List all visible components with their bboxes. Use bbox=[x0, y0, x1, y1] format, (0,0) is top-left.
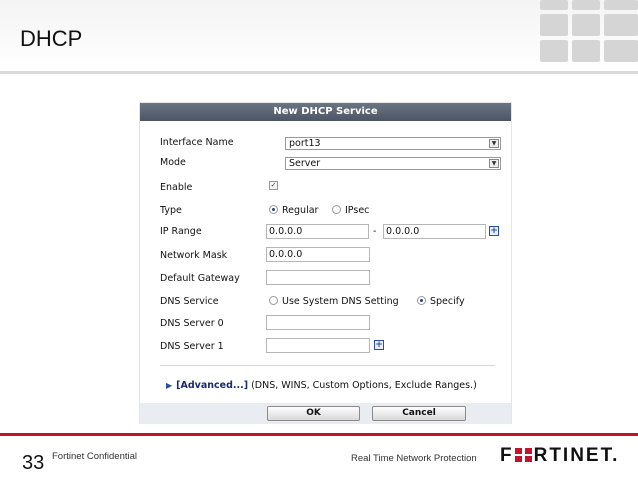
dns-specify-radio[interactable] bbox=[417, 296, 426, 305]
interface-name-value: port13 bbox=[289, 138, 321, 149]
dns-server-1-input[interactable] bbox=[266, 338, 370, 353]
fortinet-logo: F RTINET. bbox=[500, 445, 619, 467]
slide-header: DHCP bbox=[0, 0, 638, 74]
enable-checkbox[interactable]: ✓ bbox=[269, 181, 278, 190]
ok-button[interactable]: OK bbox=[267, 406, 360, 421]
network-mask-label: Network Mask bbox=[160, 250, 228, 261]
default-gateway-input[interactable] bbox=[266, 270, 370, 285]
cancel-button[interactable]: Cancel bbox=[372, 406, 466, 421]
interface-name-label: Interface Name bbox=[160, 137, 234, 148]
brand-letter-f: F bbox=[500, 445, 514, 466]
tagline: Real Time Network Protection bbox=[351, 453, 477, 464]
mode-label: Mode bbox=[160, 157, 186, 168]
dns-specify-label: Specify bbox=[430, 296, 465, 307]
ip-range-start-input[interactable]: 0.0.0.0 bbox=[266, 224, 369, 239]
add-ip-range-plus-icon[interactable]: + bbox=[489, 226, 499, 236]
type-ipsec-radio[interactable] bbox=[332, 205, 341, 214]
dialog-title: New DHCP Service bbox=[140, 103, 511, 121]
fortinet-logo-icon bbox=[514, 448, 533, 462]
dns-server-1-label: DNS Server 1 bbox=[160, 341, 224, 352]
brand-letters-rtinet: RTINET. bbox=[533, 445, 620, 466]
advanced-link[interactable]: [Advanced...] bbox=[176, 380, 248, 391]
dns-server-0-label: DNS Server 0 bbox=[160, 318, 224, 329]
ip-range-label: IP Range bbox=[160, 226, 202, 237]
advanced-description: (DNS, WINS, Custom Options, Exclude Rang… bbox=[248, 380, 477, 391]
enable-label: Enable bbox=[160, 182, 193, 193]
mode-select[interactable]: Server ▼ bbox=[285, 157, 501, 170]
type-ipsec-label: IPsec bbox=[345, 205, 370, 216]
dns-system-radio[interactable] bbox=[269, 296, 278, 305]
slide-number: 33 bbox=[22, 452, 45, 474]
interface-name-select[interactable]: port13 ▼ bbox=[285, 137, 501, 150]
type-regular-label: Regular bbox=[282, 205, 319, 216]
default-gateway-label: Default Gateway bbox=[160, 273, 240, 284]
ip-range-end-input[interactable]: 0.0.0.0 bbox=[383, 224, 486, 239]
advanced-toggle[interactable]: ▶ [Advanced...] (DNS, WINS, Custom Option… bbox=[166, 380, 477, 391]
dns-system-label: Use System DNS Setting bbox=[282, 296, 399, 307]
confidential-label: Fortinet Confidential bbox=[52, 451, 138, 462]
decorative-squares-icon bbox=[538, 0, 638, 74]
dns-service-label: DNS Service bbox=[160, 296, 219, 307]
add-dns-server-plus-icon[interactable]: + bbox=[374, 340, 384, 350]
slide-title: DHCP bbox=[20, 26, 83, 51]
mode-value: Server bbox=[289, 158, 321, 169]
footer-divider bbox=[0, 433, 638, 436]
type-label: Type bbox=[160, 205, 182, 216]
dns-server-0-input[interactable] bbox=[266, 315, 370, 330]
divider bbox=[160, 365, 495, 366]
expand-triangle-icon[interactable]: ▶ bbox=[166, 381, 172, 390]
type-regular-radio[interactable] bbox=[269, 205, 278, 214]
button-bar: OK Cancel bbox=[140, 403, 511, 424]
chevron-down-icon[interactable]: ▼ bbox=[489, 159, 499, 168]
chevron-down-icon[interactable]: ▼ bbox=[489, 139, 499, 148]
network-mask-input[interactable]: 0.0.0.0 bbox=[266, 247, 370, 262]
new-dhcp-service-dialog: New DHCP Service Interface Name port13 ▼… bbox=[139, 102, 512, 424]
ip-range-separator: - bbox=[373, 226, 377, 237]
